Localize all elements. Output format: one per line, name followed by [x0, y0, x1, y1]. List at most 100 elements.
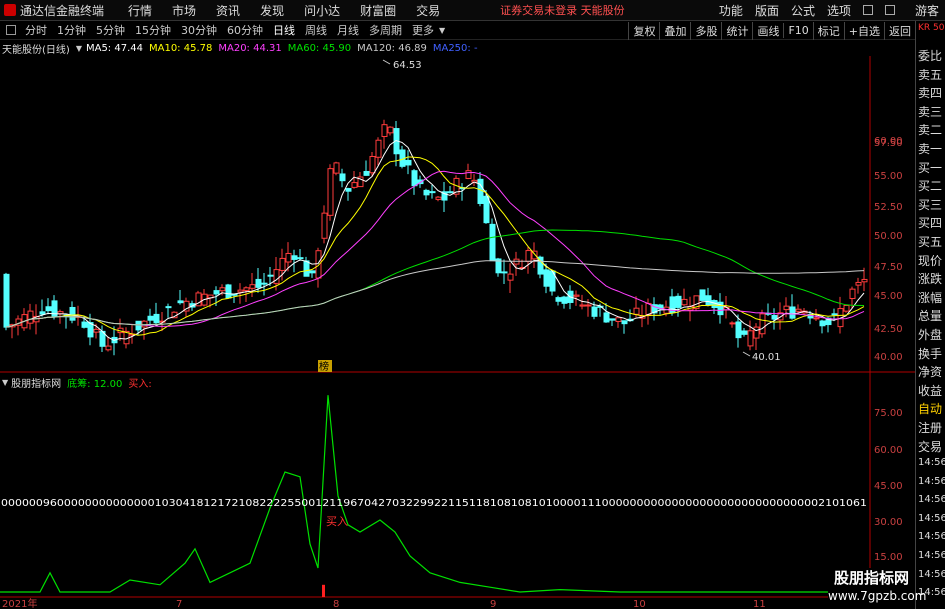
menu-options[interactable]: 选项 — [827, 2, 851, 19]
quote-field-label[interactable]: 交易 — [918, 438, 942, 455]
candle-body — [219, 287, 226, 292]
quote-field-label: 委比 — [918, 49, 943, 63]
candle-body — [45, 306, 52, 312]
quote-field-label[interactable]: 自动 — [918, 400, 942, 417]
period-5min[interactable]: 5分钟 — [94, 22, 127, 38]
candle-body — [747, 330, 754, 347]
watermark-line2: www.7gpzb.com — [828, 589, 927, 603]
tool-add-watchlist[interactable]: +自选 — [843, 21, 884, 40]
price-tick: 57.50 — [874, 138, 903, 149]
app-logo-icon — [4, 4, 16, 16]
price-tick: 40.00 — [874, 352, 903, 363]
candle-body — [579, 304, 586, 307]
candle-body — [141, 320, 148, 328]
candle-body — [369, 155, 376, 174]
candlestick-series — [3, 119, 868, 356]
candle-body — [795, 308, 802, 312]
candle-body — [729, 322, 736, 325]
date-tick: 7 — [176, 599, 182, 609]
menu-discover[interactable]: 发现 — [260, 2, 284, 19]
chevron-down-icon[interactable]: ▼ — [439, 26, 445, 35]
menu-quotes[interactable]: 行情 — [128, 2, 152, 19]
candle-body — [543, 269, 550, 287]
period-30min[interactable]: 30分钟 — [179, 22, 219, 38]
date-tick: 10 — [633, 599, 646, 609]
quote-field-label[interactable]: 注册 — [918, 419, 942, 436]
price-annotations: 64.53 40.01 榜 — [318, 59, 781, 373]
indicator-axis-labels: 75.00 60.00 45.00 30.00 15.00 — [874, 408, 903, 563]
candle-body — [279, 257, 286, 271]
candle-body — [609, 318, 616, 321]
watermark-line1: 股朋指标网 — [833, 569, 909, 587]
restore-window-icon[interactable] — [862, 5, 873, 15]
period-monthly[interactable]: 月线 — [335, 22, 361, 38]
candle-body — [69, 306, 76, 321]
candle-body — [321, 212, 328, 239]
candle-body — [573, 294, 580, 297]
period-weekly[interactable]: 周线 — [303, 22, 329, 38]
candle-body — [435, 196, 442, 200]
tool-multi-stock[interactable]: 多股 — [690, 21, 721, 40]
menubar-right: 功能 版面 公式 选项 游客 — [713, 0, 945, 20]
candle-body — [507, 273, 514, 281]
date-axis: 2021年 7 8 9 10 11 — [2, 597, 766, 609]
rank-badge[interactable]: 榜 — [319, 360, 329, 373]
date-tick: 8 — [333, 599, 339, 609]
candle-body — [345, 188, 352, 192]
candle-body — [291, 255, 298, 260]
candle-body — [363, 170, 370, 176]
candle-body — [489, 223, 496, 262]
quote-field-label: 买四 — [918, 216, 943, 231]
tool-back[interactable]: 返回 — [884, 21, 915, 40]
candle-body — [93, 328, 100, 333]
quote-field-label: 买三 — [918, 197, 943, 212]
period-intraday[interactable]: 分时 — [23, 22, 49, 38]
candle-body — [3, 273, 10, 328]
dock-window-icon[interactable] — [884, 5, 895, 15]
price-axis-labels: 60.00 57.50 55.00 52.50 50.00 47.50 45.0… — [874, 136, 903, 363]
tool-f10[interactable]: F10 — [783, 23, 812, 38]
menu-news[interactable]: 资讯 — [216, 2, 240, 19]
tool-adjust[interactable]: 复权 — [628, 21, 659, 40]
tool-overlay[interactable]: 叠加 — [659, 21, 690, 40]
candle-body — [477, 178, 484, 204]
menu-layout[interactable]: 版面 — [755, 2, 779, 19]
menu-formula[interactable]: 公式 — [791, 2, 815, 19]
tool-stats[interactable]: 统计 — [721, 21, 752, 40]
candle-body — [591, 306, 598, 317]
period-daily[interactable]: 日线 — [271, 22, 297, 38]
menu-ask[interactable]: 问小达 — [304, 2, 340, 19]
login-warning[interactable]: 证券交易未登录 天能股份 — [500, 2, 625, 18]
indicator-tick: 60.00 — [874, 445, 903, 456]
candle-body — [771, 315, 778, 320]
candle-body — [429, 191, 436, 194]
candle-body — [465, 170, 472, 179]
tool-draw[interactable]: 画线 — [752, 21, 783, 40]
menu-market[interactable]: 市场 — [172, 2, 196, 19]
low-price-label: 40.01 — [752, 352, 781, 363]
candle-body — [675, 295, 682, 308]
kline-chart[interactable]: 64.53 40.01 榜 60.00 57.50 55.00 52.50 50… — [0, 40, 915, 609]
period-more[interactable]: 更多 — [410, 22, 436, 38]
period-1min[interactable]: 1分钟 — [55, 22, 88, 38]
period-15min[interactable]: 15分钟 — [133, 22, 173, 38]
candle-body — [741, 330, 748, 335]
candle-body — [27, 310, 34, 324]
indicator-line — [0, 395, 868, 597]
grid-icon[interactable] — [6, 25, 16, 35]
tool-mark[interactable]: 标记 — [812, 21, 844, 40]
site-watermark: 股朋指标网 www.7gpzb.com — [828, 568, 927, 609]
quote-field-label: 14:56 — [918, 457, 945, 468]
quote-field-label: 涨幅 — [918, 290, 943, 305]
period-multi[interactable]: 多周期 — [367, 22, 404, 38]
quote-field-label: 总量 — [918, 309, 943, 324]
menu-trade[interactable]: 交易 — [416, 2, 440, 19]
quote-field-label: 现价 — [918, 253, 943, 268]
candle-body — [561, 296, 568, 304]
candle-body — [819, 320, 826, 327]
period-60min[interactable]: 60分钟 — [225, 22, 265, 38]
guest-user[interactable]: 游客 — [915, 2, 939, 19]
menu-wealth[interactable]: 财富圈 — [360, 2, 396, 19]
candle-body — [315, 250, 322, 279]
menu-function[interactable]: 功能 — [719, 2, 743, 19]
